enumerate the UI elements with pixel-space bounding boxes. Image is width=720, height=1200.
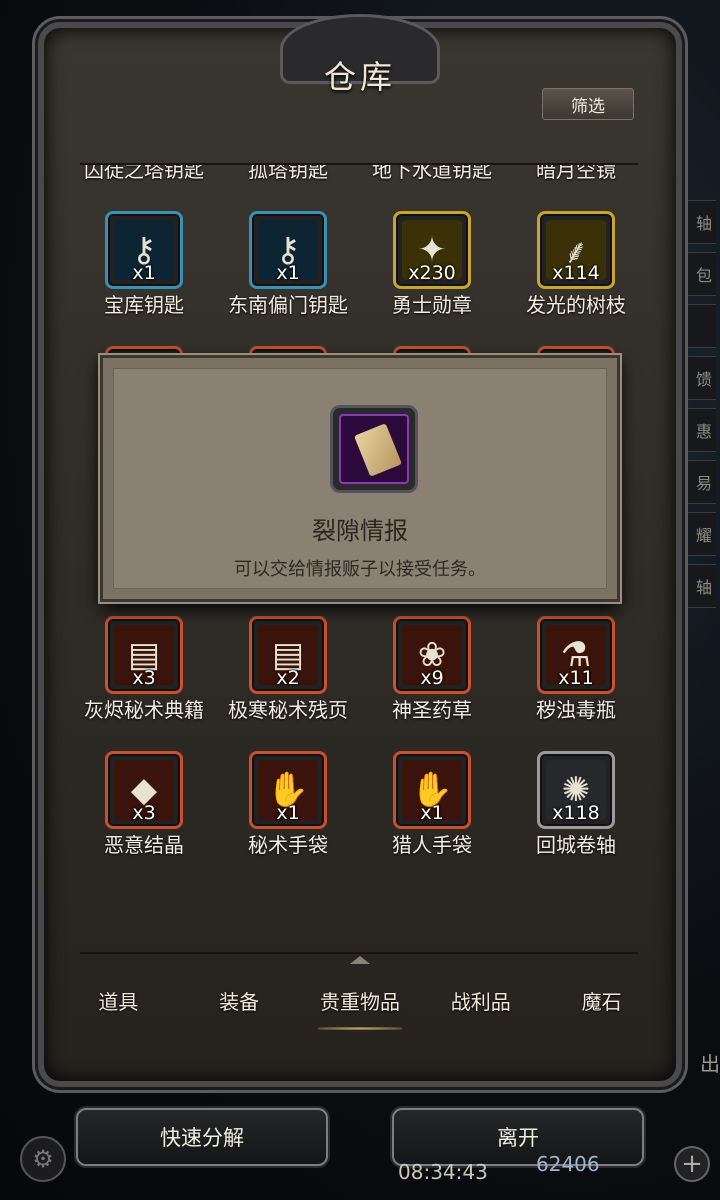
tab-valuables[interactable]: 贵重物品 — [300, 968, 421, 1032]
tab-equipment[interactable]: 装备 — [179, 968, 300, 1032]
tab-items[interactable]: 道具 — [58, 968, 179, 1032]
item-slot[interactable]: ⚷ x1 — [249, 211, 327, 289]
gold-counter: 62406 — [536, 1152, 600, 1176]
item-quantity: x1 — [420, 802, 444, 824]
item-name: 囚徒之塔钥匙 — [84, 165, 204, 182]
side-tab-1[interactable]: 轴 — [676, 200, 716, 244]
tooltip-item-description: 可以交给情报贩子以接受任务。 — [234, 559, 486, 580]
item-slot[interactable]: ✺ x118 — [537, 751, 615, 829]
item-name: 孤塔钥匙 — [248, 165, 328, 182]
item-slot[interactable]: ❀ x9 — [393, 616, 471, 694]
item-slot[interactable]: ⚗ x11 — [537, 616, 615, 694]
item-name: 秘术手袋 — [248, 833, 328, 857]
item-slot[interactable]: ✋ x1 — [393, 751, 471, 829]
item-quantity: x2 — [276, 667, 300, 689]
item-name: 发光的树枝 — [526, 293, 626, 317]
item-name: 暗月空镜 — [536, 165, 616, 182]
item-cell[interactable]: ✋ x1 秘术手袋 — [216, 745, 360, 875]
tab-magic-stones[interactable]: 魔石 — [541, 968, 662, 1032]
quick-decompose-button[interactable]: 快速分解 — [76, 1108, 328, 1166]
item-cell[interactable]: ✦ x230 勇士勋章 — [360, 205, 504, 335]
item-quantity: x230 — [408, 262, 456, 284]
item-slot[interactable]: ▤ x3 — [105, 616, 183, 694]
item-slot[interactable]: ▤ x2 — [249, 616, 327, 694]
tooltip-panel: 裂隙情报 可以交给情报贩子以接受任务。 — [113, 368, 607, 589]
item-slot[interactable]: ⸙ x114 — [537, 211, 615, 289]
item-cell[interactable]: ⚷x1囚徒之塔钥匙 — [72, 165, 216, 200]
side-tab-4[interactable]: 馈 — [676, 356, 716, 400]
item-name: 回城卷轴 — [536, 833, 616, 857]
item-quantity: x9 — [420, 667, 444, 689]
item-tooltip: 裂隙情报 可以交给情报贩子以接受任务。 — [100, 355, 620, 602]
divider-bottom — [80, 952, 638, 954]
item-name: 极寒秘术残页 — [228, 698, 348, 722]
item-name: 猎人手袋 — [392, 833, 472, 857]
parchment-icon — [353, 423, 403, 477]
side-tab-7[interactable]: 耀 — [676, 512, 716, 556]
side-tab-8[interactable]: 轴 — [676, 564, 716, 608]
item-cell[interactable]: ◆ x3 恶意结晶 — [72, 745, 216, 875]
leave-button[interactable]: 离开 — [392, 1108, 644, 1166]
item-cell[interactable]: ✋ x1 猎人手袋 — [360, 745, 504, 875]
item-slot[interactable]: ✦ x230 — [393, 211, 471, 289]
item-name: 宝库钥匙 — [104, 293, 184, 317]
item-quantity: x1 — [276, 802, 300, 824]
item-quantity: x114 — [552, 262, 600, 284]
side-tab-3[interactable] — [676, 304, 716, 348]
item-quantity: x3 — [132, 802, 156, 824]
side-tab-6[interactable]: 易 — [676, 460, 716, 504]
item-name: 神圣药草 — [392, 698, 472, 722]
scroll-up-indicator — [350, 956, 370, 964]
filter-button[interactable]: 筛选 — [542, 88, 634, 120]
item-slot[interactable]: ⚷ x1 — [105, 211, 183, 289]
item-cell[interactable]: ⸙ x114 发光的树枝 — [504, 205, 648, 335]
item-cell[interactable]: ⚷x1孤塔钥匙 — [216, 165, 360, 200]
item-cell[interactable]: ✺ x118 回城卷轴 — [504, 745, 648, 875]
tooltip-item-slot — [330, 405, 418, 493]
side-menu: 轴 包 馈 惠 易 耀 轴 — [676, 200, 720, 616]
side-tab-2[interactable]: 包 — [676, 252, 716, 296]
item-cell[interactable]: ⚷x1地下水道钥匙 — [360, 165, 504, 200]
item-name: 勇士勋章 — [392, 293, 472, 317]
tab-loot[interactable]: 战利品 — [420, 968, 541, 1032]
item-cell[interactable]: ⚗ x11 秽浊毒瓶 — [504, 610, 648, 740]
item-quantity: x11 — [558, 667, 594, 689]
item-quantity: x118 — [552, 802, 600, 824]
side-tab-5[interactable]: 惠 — [676, 408, 716, 452]
clock-display: 08:34:43 — [398, 1160, 488, 1184]
item-quantity: x1 — [276, 262, 300, 284]
item-name: 东南偏门钥匙 — [228, 293, 348, 317]
item-name: 恶意结晶 — [104, 833, 184, 857]
item-slot[interactable]: ✋ x1 — [249, 751, 327, 829]
item-quantity: x3 — [132, 667, 156, 689]
item-name: 秽浊毒瓶 — [536, 698, 616, 722]
item-quantity: x1 — [132, 262, 156, 284]
item-slot[interactable]: ◆ x3 — [105, 751, 183, 829]
item-cell[interactable]: ◉x1暗月空镜 — [504, 165, 648, 200]
tooltip-item-frame — [339, 414, 409, 484]
add-icon[interactable]: + — [674, 1146, 710, 1182]
item-cell[interactable]: ▤ x3 灰烬秘术典籍 — [72, 610, 216, 740]
item-cell[interactable]: ⚷ x1 东南偏门钥匙 — [216, 205, 360, 335]
item-cell[interactable]: ▤ x2 极寒秘术残页 — [216, 610, 360, 740]
category-tabs: 道具 装备 贵重物品 战利品 魔石 — [58, 968, 662, 1032]
settings-icon[interactable]: ⚙ — [20, 1136, 66, 1182]
item-name: 灰烬秘术典籍 — [84, 698, 204, 722]
item-cell[interactable]: ⚷ x1 宝库钥匙 — [72, 205, 216, 335]
item-cell[interactable]: ❀ x9 神圣药草 — [360, 610, 504, 740]
tooltip-item-name: 裂隙情报 — [312, 517, 408, 545]
item-name: 地下水道钥匙 — [372, 165, 492, 182]
side-out-label[interactable]: 出 — [700, 1048, 720, 1077]
